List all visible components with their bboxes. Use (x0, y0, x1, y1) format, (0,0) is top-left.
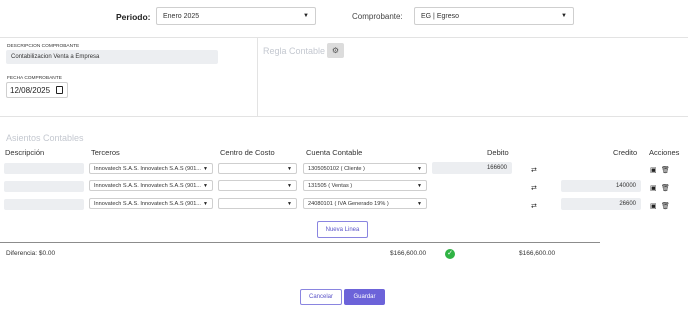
chevron-down-icon: ▼ (561, 13, 567, 19)
row-credito-input[interactable]: 140000 (561, 180, 641, 192)
comprobante-select[interactable]: EG | Egreso ▼ (414, 7, 574, 25)
play-icon[interactable]: ▣ (650, 185, 657, 192)
header-divider (0, 37, 688, 38)
row-cuenta-select[interactable]: 131505 ( Ventas ) ▼ (303, 180, 427, 191)
swap-icon[interactable]: ⇄ (531, 185, 537, 192)
periodo-value: Enero 2025 (163, 12, 200, 20)
regla-contable-label: Regla Contable (263, 46, 326, 56)
col-debito: Debito (487, 148, 509, 157)
descripcion-value: Contabilizacion Venta a Empresa (11, 54, 100, 60)
row-descripcion-input[interactable] (4, 163, 84, 174)
comprobante-value: EG | Egreso (421, 12, 460, 20)
chevron-down-icon: ▼ (417, 165, 422, 172)
chevron-down-icon: ▼ (303, 13, 309, 19)
cancel-button[interactable]: Cancelar (300, 289, 342, 305)
chevron-down-icon: ▼ (287, 200, 292, 207)
form-divider (257, 38, 258, 116)
row-descripcion-input[interactable] (4, 199, 84, 210)
total-credito: $166,600.00 (519, 250, 556, 257)
row-debito-input[interactable]: 166600 (432, 162, 512, 174)
fecha-label: FECHA COMPROBANTE (7, 76, 62, 81)
fecha-input[interactable]: 12/08/2025 (6, 82, 68, 98)
chevron-down-icon: ▼ (417, 200, 422, 207)
row-centro-select[interactable]: ▼ (218, 163, 297, 174)
row-tercero-select[interactable]: Innovatech S.A.S. Innovatech S.A.S (901.… (89, 180, 213, 191)
chevron-down-icon: ▼ (203, 182, 208, 189)
col-credito: Credito (613, 148, 638, 157)
row-credito-input[interactable]: 26600 (561, 198, 641, 210)
col-cuenta: Cuenta Contable (306, 148, 363, 157)
swap-icon[interactable]: ⇄ (531, 167, 537, 174)
row-tercero-select[interactable]: Innovatech S.A.S. Innovatech S.A.S (901.… (89, 163, 213, 174)
fecha-value: 12/08/2025 (10, 85, 51, 95)
row-centro-select[interactable]: ▼ (218, 198, 297, 209)
row-cuenta-select[interactable]: 24080101 ( IVA Generado 19% ) ▼ (303, 198, 427, 209)
trash-icon[interactable]: 🗑 (661, 167, 670, 174)
row-descripcion-input[interactable] (4, 181, 84, 192)
col-centro-costo: Centro de Costo (220, 148, 275, 157)
total-debito: $166,600.00 (390, 250, 427, 257)
col-descripcion: Descripción (5, 148, 45, 157)
play-icon[interactable]: ▣ (650, 167, 657, 174)
nueva-linea-button[interactable]: Nueva Linea (317, 221, 368, 238)
chevron-down-icon: ▼ (417, 182, 422, 189)
trash-icon[interactable]: 🗑 (661, 185, 670, 192)
periodo-select[interactable]: Enero 2025 ▼ (156, 7, 316, 25)
play-icon[interactable]: ▣ (650, 203, 657, 210)
trash-icon[interactable]: 🗑 (661, 203, 670, 210)
diferencia-text: Diferencia: $0.00 (6, 250, 56, 257)
chevron-down-icon: ▼ (287, 165, 292, 172)
asientos-title: Asientos Contables (6, 133, 84, 143)
save-button[interactable]: Guardar (344, 289, 385, 305)
periodo-label: Periodo: (116, 12, 151, 22)
row-tercero-select[interactable]: Innovatech S.A.S. Innovatech S.A.S (901.… (89, 198, 213, 209)
chevron-down-icon: ▼ (287, 182, 292, 189)
gear-icon-button[interactable]: ⚙ (327, 43, 344, 58)
descripcion-input[interactable]: Contabilizacion Venta a Empresa (6, 50, 218, 64)
balanced-check-icon: ✓ (445, 249, 455, 259)
row-centro-select[interactable]: ▼ (218, 180, 297, 191)
section-divider (0, 116, 688, 117)
chevron-down-icon: ▼ (203, 165, 208, 172)
swap-icon[interactable]: ⇄ (531, 203, 537, 210)
calendar-icon[interactable] (56, 86, 63, 94)
descripcion-label: DESCRIPCION COMPROBANTE (7, 44, 80, 49)
gears-icon: ⚙ (331, 46, 340, 55)
col-terceros: Terceros (91, 148, 120, 157)
comprobante-label: Comprobante: (352, 12, 403, 21)
row-cuenta-select[interactable]: 1305050102 ( Cliente ) ▼ (303, 163, 427, 174)
totals-divider (0, 242, 600, 243)
col-acciones: Acciones (649, 148, 680, 157)
chevron-down-icon: ▼ (203, 200, 208, 207)
